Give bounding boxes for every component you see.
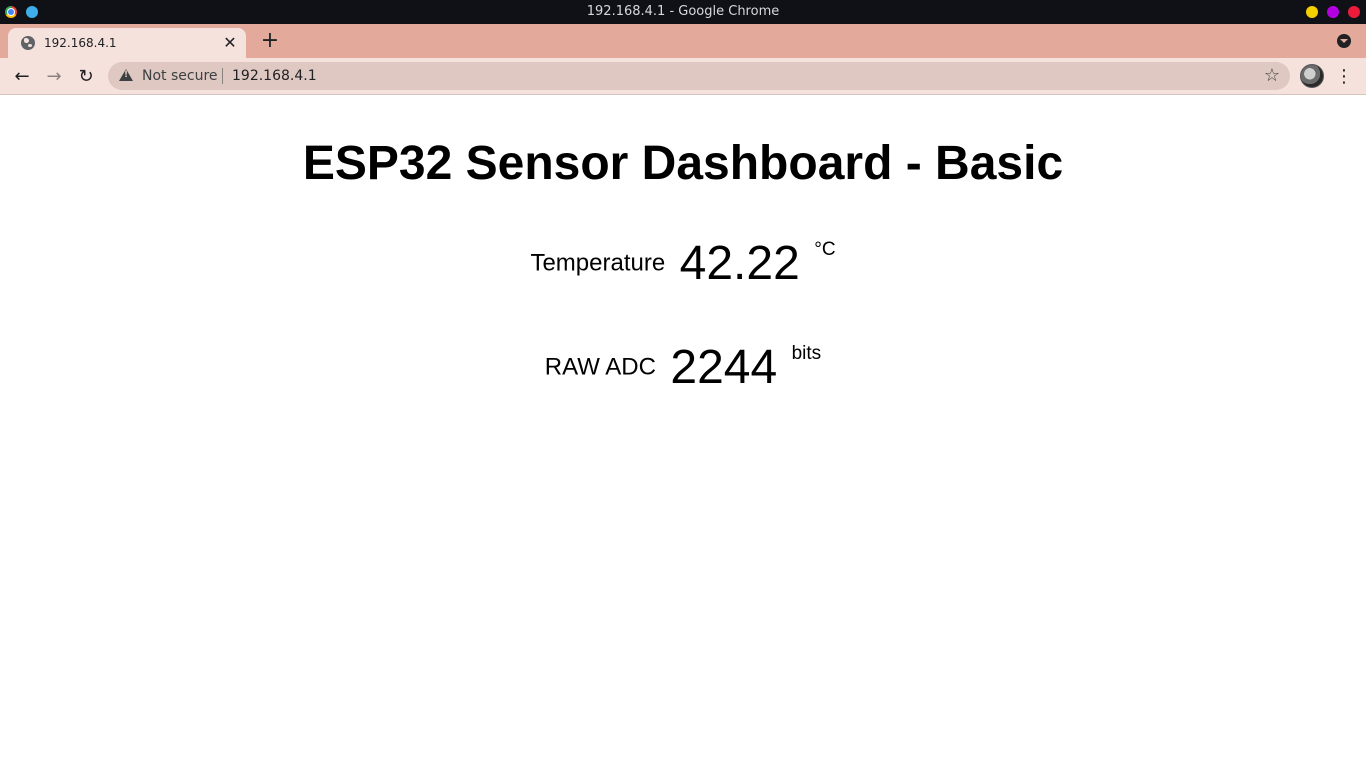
maximize-button[interactable] <box>1327 6 1339 18</box>
profile-avatar[interactable] <box>1300 64 1324 88</box>
kebab-menu-icon[interactable]: ⋮ <box>1334 63 1354 91</box>
back-button[interactable]: ← <box>8 63 36 91</box>
forward-button[interactable]: → <box>40 63 68 91</box>
page-title: ESP32 Sensor Dashboard - Basic <box>302 137 1064 190</box>
adc-value: 2244 <box>670 341 778 394</box>
tab-strip: 192.168.4.1 ✕ + <box>0 24 1366 58</box>
tab-title: 192.168.4.1 <box>44 36 117 50</box>
temperature-value: 42.22 <box>679 237 800 290</box>
security-indicator[interactable]: Not secure <box>142 68 218 84</box>
tab-search-icon[interactable] <box>1337 34 1351 48</box>
address-bar[interactable]: Not secure 192.168.4.1 ☆ <box>108 62 1290 90</box>
tab-active[interactable]: 192.168.4.1 ✕ <box>8 28 246 58</box>
tab-close-button[interactable]: ✕ <box>220 33 240 53</box>
minimize-button[interactable] <box>1306 6 1318 18</box>
window-title: 192.168.4.1 - Google Chrome <box>586 4 780 19</box>
adc-unit: bits <box>791 343 822 365</box>
browser-toolbar: ← → ↻ Not secure 192.168.4.1 ☆ ⋮ <box>0 58 1366 95</box>
page-content: ESP32 Sensor Dashboard - Basic Temperatu… <box>0 96 1366 768</box>
temperature-label: Temperature <box>530 249 666 277</box>
globe-icon <box>21 36 35 50</box>
bookmark-star-icon[interactable]: ☆ <box>1264 66 1280 86</box>
reload-button[interactable]: ↻ <box>72 63 100 91</box>
warning-icon[interactable] <box>119 69 133 81</box>
adc-label: RAW ADC <box>544 353 656 381</box>
url-text[interactable]: 192.168.4.1 <box>232 68 317 84</box>
close-window-button[interactable] <box>1348 6 1360 18</box>
temperature-reading: Temperature 42.22 °C <box>0 236 1366 291</box>
window-titlebar: 192.168.4.1 - Google Chrome <box>0 0 1366 24</box>
temperature-unit: °C <box>814 239 836 261</box>
adc-reading: RAW ADC 2244 bits <box>0 340 1366 395</box>
omnibox-divider <box>222 68 223 84</box>
new-tab-button[interactable]: + <box>258 30 282 54</box>
